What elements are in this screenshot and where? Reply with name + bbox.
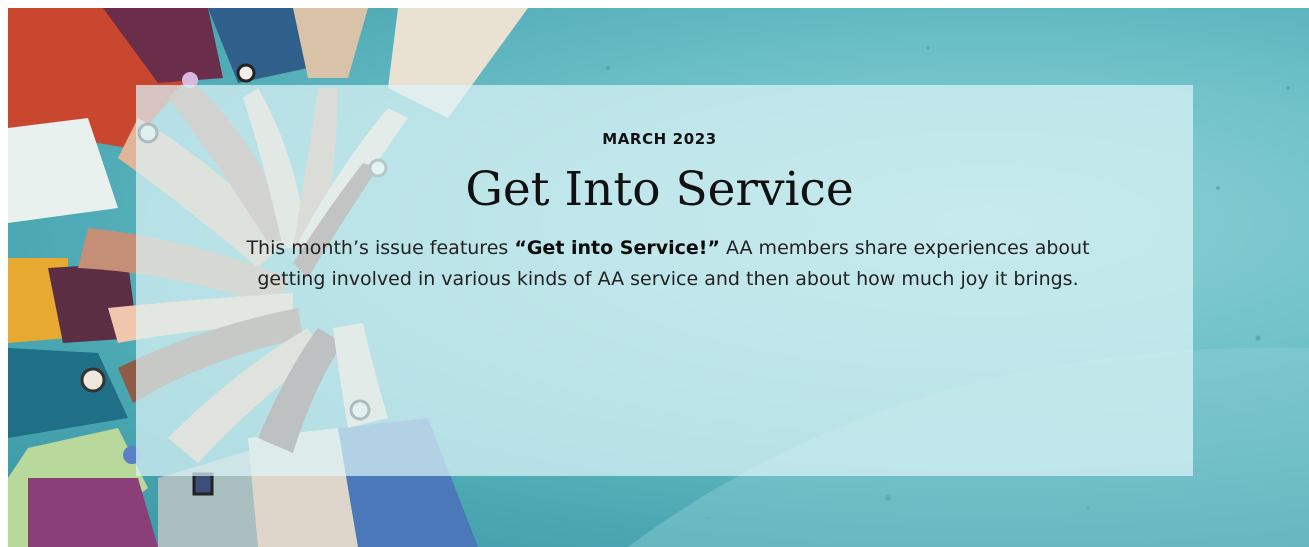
- page-title: Get Into Service: [465, 162, 854, 217]
- issue-description: This month’s issue features “Get into Se…: [218, 233, 1118, 295]
- description-intro: This month’s issue features: [246, 237, 515, 259]
- hero-banner: MARCH 2023 Get Into Service This month’s…: [8, 8, 1309, 547]
- description-highlight: “Get into Service!”: [514, 237, 720, 259]
- issue-date: MARCH 2023: [602, 130, 717, 148]
